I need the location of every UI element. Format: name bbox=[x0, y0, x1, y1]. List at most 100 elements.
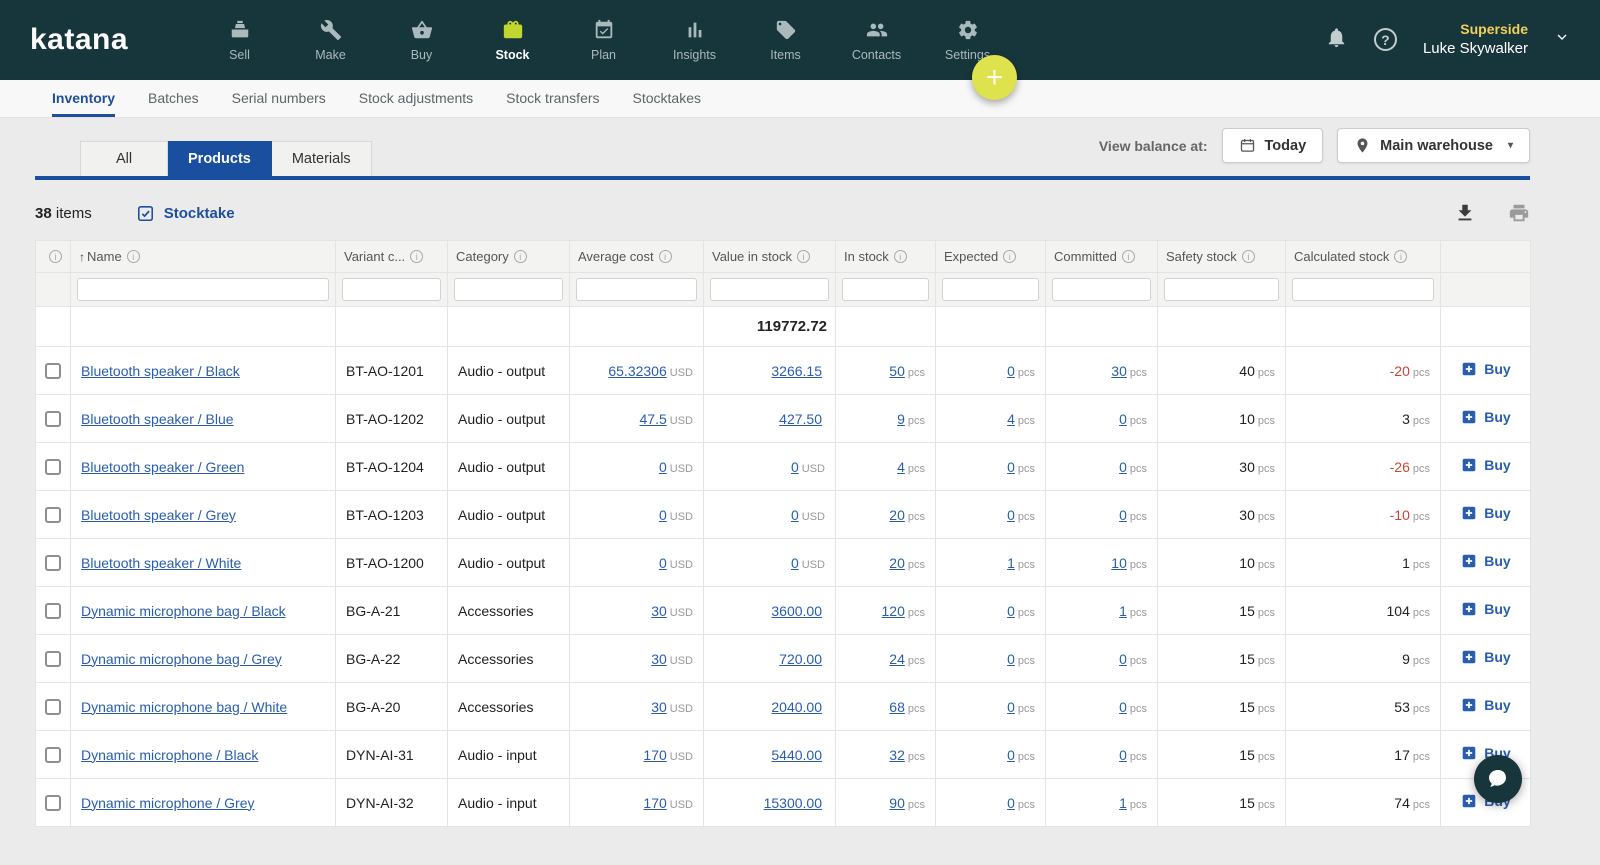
print-icon[interactable] bbox=[1508, 202, 1530, 224]
average-cost-link[interactable]: 170 bbox=[643, 795, 666, 811]
info-icon[interactable]: i bbox=[49, 250, 62, 263]
product-name-link[interactable]: Bluetooth speaker / Grey bbox=[81, 507, 236, 523]
product-name-link[interactable]: Dynamic microphone bag / Black bbox=[81, 603, 286, 619]
buy-button[interactable]: Buy bbox=[1460, 408, 1510, 426]
expected-link[interactable]: 0 bbox=[1007, 651, 1015, 667]
product-name-link[interactable]: Dynamic microphone bag / Grey bbox=[81, 651, 282, 667]
subnav-item-stocktakes[interactable]: Stocktakes bbox=[633, 80, 701, 117]
header-value-in-stock[interactable]: Value in stocki bbox=[704, 241, 836, 273]
nav-item-insights[interactable]: Insights bbox=[649, 0, 740, 80]
buy-button[interactable]: Buy bbox=[1460, 648, 1510, 666]
buy-button[interactable]: Buy bbox=[1460, 552, 1510, 570]
subnav-item-batches[interactable]: Batches bbox=[148, 80, 199, 117]
expected-link[interactable]: 0 bbox=[1007, 459, 1015, 475]
filter-input-category[interactable] bbox=[454, 278, 563, 301]
buy-button[interactable]: Buy bbox=[1460, 696, 1510, 714]
filter-input-value-in-stock[interactable] bbox=[710, 278, 829, 301]
average-cost-link[interactable]: 0 bbox=[659, 507, 667, 523]
product-name-link[interactable]: Bluetooth speaker / Black bbox=[81, 363, 240, 379]
header-variant-code[interactable]: Variant c...i bbox=[336, 241, 448, 273]
product-name-link[interactable]: Dynamic microphone / Black bbox=[81, 747, 258, 763]
average-cost-link[interactable]: 170 bbox=[643, 747, 666, 763]
filter-input-expected[interactable] bbox=[942, 278, 1039, 301]
info-icon[interactable]: i bbox=[514, 250, 527, 263]
in-stock-link[interactable]: 4 bbox=[897, 459, 905, 475]
average-cost-link[interactable]: 0 bbox=[659, 459, 667, 475]
expected-link[interactable]: 0 bbox=[1007, 363, 1015, 379]
header-calculated-stock[interactable]: Calculated stocki bbox=[1286, 241, 1441, 273]
expected-link[interactable]: 1 bbox=[1007, 555, 1015, 571]
tab-materials[interactable]: Materials bbox=[272, 141, 372, 176]
in-stock-link[interactable]: 32 bbox=[889, 747, 905, 763]
nav-item-buy[interactable]: Buy bbox=[376, 0, 467, 80]
expected-link[interactable]: 4 bbox=[1007, 411, 1015, 427]
expected-link[interactable]: 0 bbox=[1007, 699, 1015, 715]
subnav-item-inventory[interactable]: Inventory bbox=[52, 80, 115, 117]
product-name-link[interactable]: Bluetooth speaker / Green bbox=[81, 459, 244, 475]
committed-link[interactable]: 10 bbox=[1111, 555, 1127, 571]
row-checkbox[interactable] bbox=[45, 555, 61, 571]
buy-button[interactable]: Buy bbox=[1460, 504, 1510, 522]
info-icon[interactable]: i bbox=[1394, 250, 1407, 263]
header-committed[interactable]: Committedi bbox=[1046, 241, 1158, 273]
average-cost-link[interactable]: 65.32306 bbox=[608, 363, 666, 379]
value-in-stock-link[interactable]: 720.00 bbox=[779, 651, 822, 667]
info-icon[interactable]: i bbox=[797, 250, 810, 263]
expected-link[interactable]: 0 bbox=[1007, 603, 1015, 619]
header-safety-stock[interactable]: Safety stocki bbox=[1158, 241, 1286, 273]
value-in-stock-link[interactable]: 2040.00 bbox=[771, 699, 822, 715]
subnav-item-serial-numbers[interactable]: Serial numbers bbox=[232, 80, 326, 117]
average-cost-link[interactable]: 0 bbox=[659, 555, 667, 571]
expected-link[interactable]: 0 bbox=[1007, 507, 1015, 523]
in-stock-link[interactable]: 90 bbox=[889, 795, 905, 811]
value-in-stock-link[interactable]: 0 bbox=[791, 507, 799, 523]
header-category[interactable]: Categoryi bbox=[448, 241, 570, 273]
user-menu[interactable]: Superside Luke Skywalker bbox=[1423, 20, 1528, 59]
create-new-button[interactable]: + bbox=[972, 55, 1017, 100]
tab-products[interactable]: Products bbox=[168, 141, 272, 176]
filter-input-name[interactable] bbox=[77, 278, 329, 301]
header-average-cost[interactable]: Average costi bbox=[570, 241, 704, 273]
row-checkbox[interactable] bbox=[45, 603, 61, 619]
product-name-link[interactable]: Bluetooth speaker / Blue bbox=[81, 411, 234, 427]
in-stock-link[interactable]: 24 bbox=[889, 651, 905, 667]
nav-item-make[interactable]: Make bbox=[285, 0, 376, 80]
buy-button[interactable]: Buy bbox=[1460, 360, 1510, 378]
balance-date-button[interactable]: Today bbox=[1222, 128, 1324, 163]
header-in-stock[interactable]: In stocki bbox=[836, 241, 936, 273]
average-cost-link[interactable]: 30 bbox=[651, 603, 667, 619]
filter-input-calculated-stock[interactable] bbox=[1292, 278, 1434, 301]
warehouse-dropdown[interactable]: Main warehouse ▾ bbox=[1337, 128, 1530, 163]
row-checkbox[interactable] bbox=[45, 459, 61, 475]
tab-all[interactable]: All bbox=[80, 141, 168, 176]
in-stock-link[interactable]: 120 bbox=[882, 603, 905, 619]
value-in-stock-link[interactable]: 0 bbox=[791, 459, 799, 475]
value-in-stock-link[interactable]: 15300.00 bbox=[764, 795, 822, 811]
committed-link[interactable]: 0 bbox=[1119, 507, 1127, 523]
expected-link[interactable]: 0 bbox=[1007, 795, 1015, 811]
committed-link[interactable]: 0 bbox=[1119, 411, 1127, 427]
info-icon[interactable]: i bbox=[1003, 250, 1016, 263]
nav-item-sell[interactable]: Sell bbox=[194, 0, 285, 80]
value-in-stock-link[interactable]: 3600.00 bbox=[771, 603, 822, 619]
average-cost-link[interactable]: 30 bbox=[651, 651, 667, 667]
product-name-link[interactable]: Dynamic microphone bag / White bbox=[81, 699, 287, 715]
header-expected[interactable]: Expectedi bbox=[936, 241, 1046, 273]
info-icon[interactable]: i bbox=[1242, 250, 1255, 263]
info-icon[interactable]: i bbox=[1122, 250, 1135, 263]
info-icon[interactable]: i bbox=[127, 250, 140, 263]
product-name-link[interactable]: Dynamic microphone / Grey bbox=[81, 795, 255, 811]
subnav-item-stock-adjustments[interactable]: Stock adjustments bbox=[359, 80, 473, 117]
filter-input-variant-code[interactable] bbox=[342, 278, 441, 301]
in-stock-link[interactable]: 50 bbox=[889, 363, 905, 379]
row-checkbox[interactable] bbox=[45, 651, 61, 667]
row-checkbox[interactable] bbox=[45, 795, 61, 811]
in-stock-link[interactable]: 9 bbox=[897, 411, 905, 427]
filter-input-in-stock[interactable] bbox=[842, 278, 929, 301]
help-icon[interactable]: ? bbox=[1374, 28, 1397, 51]
stocktake-button[interactable]: Stocktake bbox=[136, 204, 235, 223]
committed-link[interactable]: 0 bbox=[1119, 699, 1127, 715]
expected-link[interactable]: 0 bbox=[1007, 747, 1015, 763]
download-icon[interactable] bbox=[1454, 202, 1476, 224]
nav-item-stock[interactable]: Stock bbox=[467, 0, 558, 80]
